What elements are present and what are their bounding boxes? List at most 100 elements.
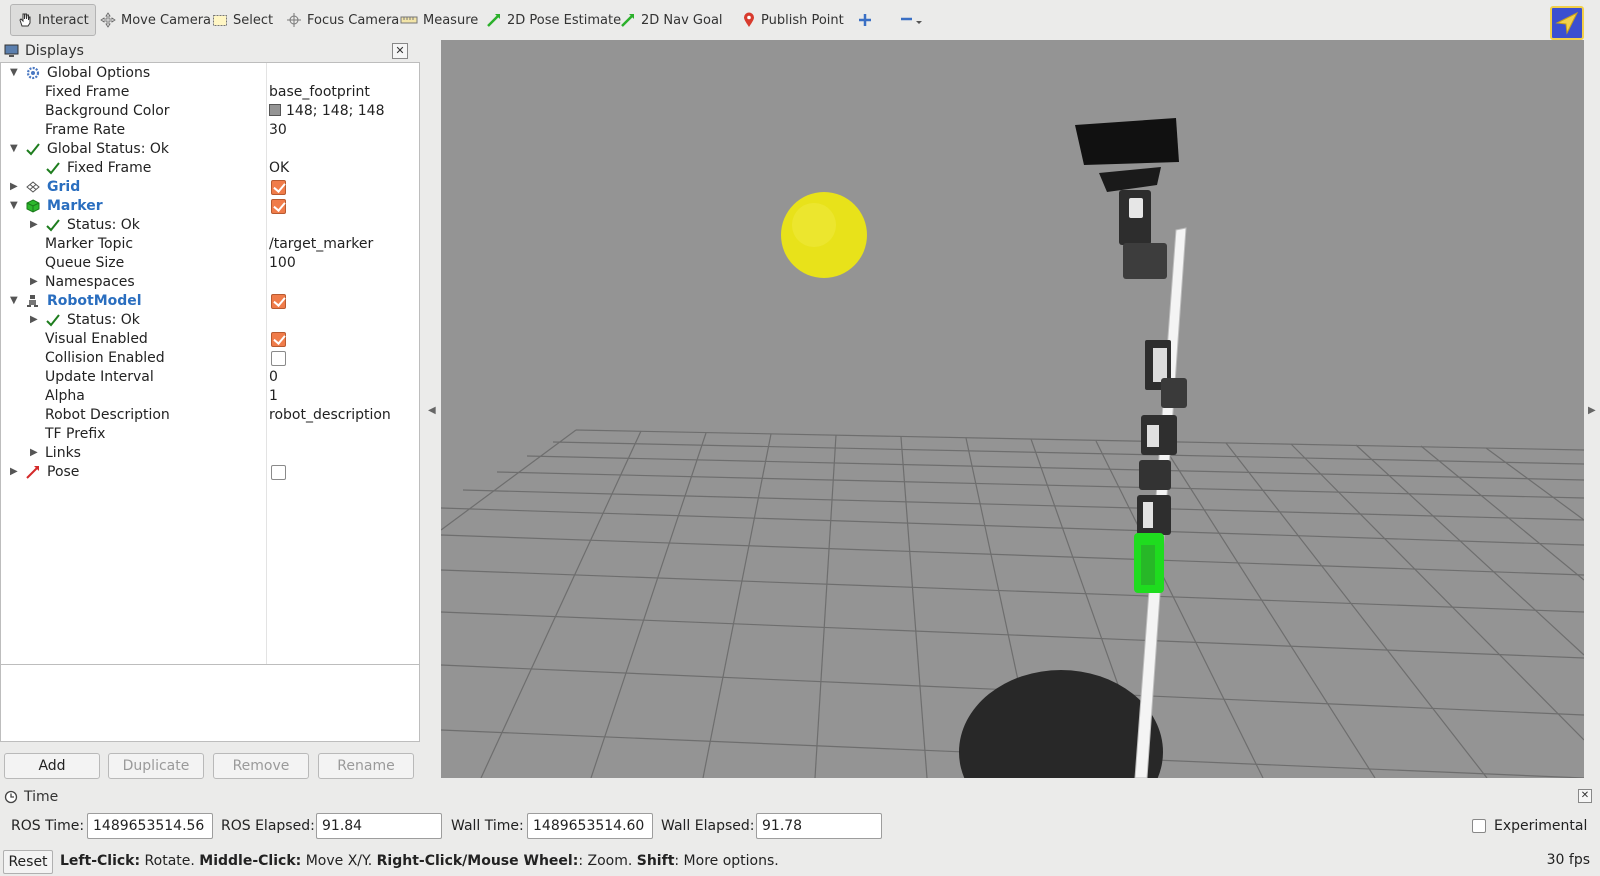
expand-arrow-icon[interactable]: ▼ xyxy=(10,67,18,78)
rename-button[interactable]: Rename xyxy=(318,753,414,779)
wall-time-field[interactable] xyxy=(527,813,653,839)
measure-tool-button[interactable]: Measure xyxy=(394,4,484,36)
select-label: Select xyxy=(233,12,274,28)
collapse-right-panel-icon[interactable]: ▶ xyxy=(1588,405,1596,416)
collapse-arrow-icon[interactable]: ▶ xyxy=(30,219,38,230)
visual-enabled-checkbox[interactable] xyxy=(271,332,286,347)
tree-row-robotmodel-status[interactable]: ▶ Status: Ok xyxy=(1,311,419,330)
ros-elapsed-field[interactable] xyxy=(316,813,442,839)
tree-row-pose[interactable]: ▶ Pose xyxy=(1,463,419,482)
tree-row-marker-topic[interactable]: Marker Topic /target_marker xyxy=(1,235,419,254)
focus-camera-label: Focus Camera xyxy=(307,12,400,28)
monitor-icon xyxy=(4,44,19,57)
move-camera-tool-button[interactable]: Move Camera xyxy=(94,4,217,36)
marker-topic-value[interactable]: /target_marker xyxy=(269,235,373,254)
frame-rate-value[interactable]: 30 xyxy=(269,121,287,140)
pin-icon xyxy=(744,12,754,27)
grid-icon xyxy=(25,179,41,195)
ros-time-field[interactable] xyxy=(87,813,213,839)
tree-row-visual-enabled[interactable]: Visual Enabled xyxy=(1,330,419,349)
tree-row-tf-prefix[interactable]: TF Prefix xyxy=(1,425,419,444)
tree-row-alpha[interactable]: Alpha 1 xyxy=(1,387,419,406)
add-button[interactable]: Add xyxy=(4,753,100,779)
duplicate-button[interactable]: Duplicate xyxy=(108,753,204,779)
tree-row-collision-enabled[interactable]: Collision Enabled xyxy=(1,349,419,368)
background-color-value[interactable]: 148; 148; 148 xyxy=(269,102,385,121)
marker-enabled-checkbox[interactable] xyxy=(271,199,286,214)
displays-title: Displays xyxy=(25,43,84,59)
close-icon[interactable]: ✕ xyxy=(1578,789,1592,803)
row-label: Status: Ok xyxy=(67,217,140,233)
expand-arrow-icon[interactable]: ▼ xyxy=(10,200,18,211)
grid-enabled-checkbox[interactable] xyxy=(271,180,286,195)
shift-key: Shift xyxy=(636,853,675,869)
2d-nav-goal-tool-button[interactable]: 2D Nav Goal xyxy=(614,4,729,36)
interact-tool-button[interactable]: Interact xyxy=(10,4,96,36)
select-tool-button[interactable]: Select xyxy=(206,4,279,36)
wall-elapsed-field[interactable] xyxy=(756,813,882,839)
collapse-arrow-icon[interactable]: ▶ xyxy=(30,276,38,287)
scene-render xyxy=(441,118,1584,778)
middle-click-desc: Move X/Y. xyxy=(301,853,377,869)
remove-button[interactable]: Remove xyxy=(213,753,309,779)
pose-enabled-checkbox[interactable] xyxy=(271,465,286,480)
tree-row-queue-size[interactable]: Queue Size 100 xyxy=(1,254,419,273)
row-label: Frame Rate xyxy=(45,122,126,138)
green-arrow-icon xyxy=(621,14,634,27)
alpha-value[interactable]: 1 xyxy=(269,387,278,406)
add-tool-button[interactable] xyxy=(852,4,878,36)
remove-tool-dropdown[interactable] xyxy=(894,4,930,36)
collapse-arrow-icon[interactable]: ▶ xyxy=(30,314,38,325)
left-click-desc: Rotate. xyxy=(140,853,200,869)
row-label: Global Options xyxy=(47,65,151,81)
check-icon xyxy=(45,217,61,233)
tree-row-fixed-frame[interactable]: Fixed Frame base_footprint xyxy=(1,83,419,102)
row-label: Fixed Frame xyxy=(45,84,130,100)
collapse-arrow-icon[interactable]: ▶ xyxy=(10,181,18,192)
row-label: TF Prefix xyxy=(45,426,106,442)
fixed-frame-status-value: OK xyxy=(269,160,290,176)
tree-row-global-status[interactable]: ▼ Global Status: Ok xyxy=(1,140,419,159)
collision-enabled-checkbox[interactable] xyxy=(271,351,286,366)
publish-point-tool-button[interactable]: Publish Point xyxy=(736,4,850,36)
experimental-label: Experimental xyxy=(1494,818,1588,834)
update-interval-value[interactable]: 0 xyxy=(269,368,278,387)
background-color-text: 148; 148; 148 xyxy=(286,103,385,119)
tree-row-namespaces[interactable]: ▶ Namespaces xyxy=(1,273,419,292)
row-label: Links xyxy=(45,445,81,461)
tree-row-grid[interactable]: ▶ Grid xyxy=(1,178,419,197)
tree-row-links[interactable]: ▶ Links xyxy=(1,444,419,463)
queue-size-value[interactable]: 100 xyxy=(269,254,296,273)
focus-camera-tool-button[interactable]: Focus Camera xyxy=(280,4,405,36)
expand-arrow-icon[interactable]: ▼ xyxy=(10,143,18,154)
tree-row-robotmodel[interactable]: ▼ RobotModel xyxy=(1,292,419,311)
tree-row-robot-description[interactable]: Robot Description robot_description xyxy=(1,406,419,425)
robot-base xyxy=(959,670,1163,778)
tree-row-global-options[interactable]: ▼ Global Options xyxy=(1,64,419,83)
collapse-arrow-icon[interactable]: ▶ xyxy=(30,447,38,458)
3d-viewport[interactable] xyxy=(441,40,1584,778)
row-label: Collision Enabled xyxy=(45,350,165,366)
2d-pose-estimate-label: 2D Pose Estimate xyxy=(507,12,622,28)
tree-row-frame-rate[interactable]: Frame Rate 30 xyxy=(1,121,419,140)
reset-button[interactable]: Reset xyxy=(3,850,53,874)
close-icon[interactable]: ✕ xyxy=(392,43,408,59)
collapse-arrow-icon[interactable]: ▶ xyxy=(10,466,18,477)
tree-row-fixed-frame-status[interactable]: Fixed Frame OK xyxy=(1,159,419,178)
tree-row-marker-status[interactable]: ▶ Status: Ok xyxy=(1,216,419,235)
color-swatch xyxy=(269,104,281,116)
toolbar: Interact Move Camera Select Focus Camera… xyxy=(0,0,1600,40)
robot-description-value[interactable]: robot_description xyxy=(269,406,391,425)
expand-arrow-icon[interactable]: ▼ xyxy=(10,295,18,306)
help-text: Left-Click: Rotate. Middle-Click: Move X… xyxy=(60,853,779,869)
experimental-checkbox[interactable] xyxy=(1472,819,1486,833)
tree-row-background-color[interactable]: Background Color 148; 148; 148 xyxy=(1,102,419,121)
fixed-frame-value[interactable]: base_footprint xyxy=(269,83,370,102)
robotmodel-enabled-checkbox[interactable] xyxy=(271,294,286,309)
collapse-left-panel-icon[interactable]: ◀ xyxy=(428,405,436,416)
minus-dropdown-icon xyxy=(901,17,922,24)
tree-row-marker[interactable]: ▼ Marker xyxy=(1,197,419,216)
tree-row-update-interval[interactable]: Update Interval 0 xyxy=(1,368,419,387)
2d-pose-estimate-tool-button[interactable]: 2D Pose Estimate xyxy=(480,4,627,36)
time-title: Time xyxy=(24,789,59,805)
